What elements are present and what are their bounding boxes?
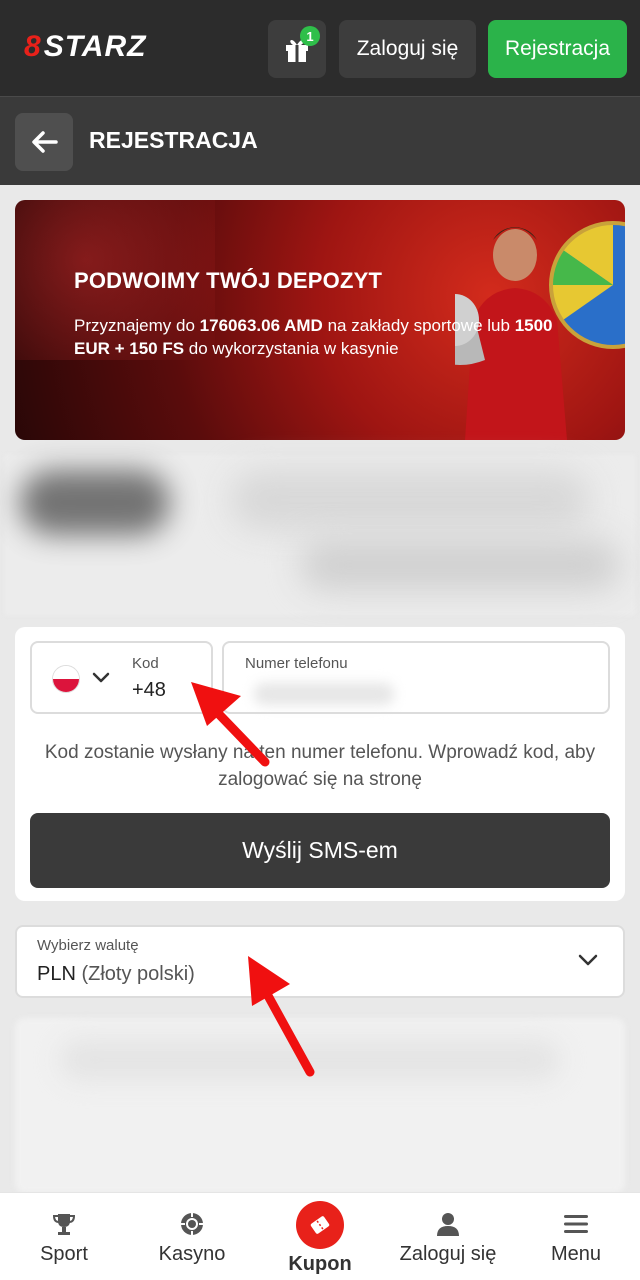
gift-badge: 1 xyxy=(300,26,320,46)
promo-banner[interactable]: PODWOIMY TWÓJ DEPOZYT Przyznajemy do 176… xyxy=(15,200,625,440)
nav-sport-label: Sport xyxy=(40,1243,88,1265)
trophy-icon xyxy=(52,1214,76,1235)
top-header: 8 STARZ 1 Zaloguj się Rejestracja xyxy=(0,0,640,96)
phone-input[interactable] xyxy=(245,677,585,705)
nav-sport[interactable]: Sport xyxy=(0,1193,128,1280)
currency-name: (Złoty polski) xyxy=(75,963,195,985)
arrow-left-icon xyxy=(32,131,58,153)
casino-chip-icon xyxy=(181,1213,203,1235)
blurred-shape xyxy=(230,470,590,530)
banner-text-suffix: do wykorzystania w kasynie xyxy=(184,339,399,358)
user-icon xyxy=(437,1213,459,1236)
page-title: REJESTRACJA xyxy=(89,127,258,153)
register-button[interactable]: Rejestracja xyxy=(488,20,627,78)
sms-hint-text: Kod zostanie wysłany na ten numer telefo… xyxy=(44,742,596,790)
back-button[interactable] xyxy=(15,113,73,171)
phone-number-field[interactable]: Numer telefonu xyxy=(222,641,610,714)
banner-text-prefix: Przyznajemy do xyxy=(74,316,200,335)
currency-value: PLN (Złoty polski) xyxy=(37,963,195,986)
phone-registration-card: Kod +48 Numer telefonu Kod zostanie wysł… xyxy=(15,627,625,901)
blurred-shape xyxy=(20,470,170,535)
banner-amount-sport: 176063.06 AMD xyxy=(199,316,323,335)
phone-label: Numer telefonu xyxy=(245,655,348,672)
logo-mark: 8 xyxy=(24,30,42,63)
page-header: REJESTRACJA xyxy=(0,96,640,185)
nav-menu[interactable]: Menu xyxy=(512,1193,640,1280)
hamburger-icon xyxy=(564,1215,588,1233)
nav-login-label: Zaloguj się xyxy=(399,1243,497,1265)
bottom-navigation: Sport Kasyno Kupon Zaloguj się Menu xyxy=(0,1192,640,1280)
banner-text-middle: na zakłady sportowe lub xyxy=(322,316,515,335)
nav-coupon[interactable]: Kupon xyxy=(256,1193,384,1280)
send-sms-button[interactable]: Wyślij SMS-em xyxy=(30,813,610,888)
nav-casino-label: Kasyno xyxy=(158,1243,226,1265)
nav-menu-label: Menu xyxy=(550,1243,602,1265)
banner-title: PODWOIMY TWÓJ DEPOZYT xyxy=(74,268,383,293)
nav-casino[interactable]: Kasyno xyxy=(128,1193,256,1280)
currency-code: PLN xyxy=(37,963,76,985)
poland-flag-icon xyxy=(52,665,80,693)
chevron-down-icon xyxy=(92,672,110,683)
coupon-circle xyxy=(296,1201,344,1249)
nav-coupon-label: Kupon xyxy=(288,1253,352,1275)
gift-button[interactable]: 1 xyxy=(268,20,326,78)
currency-select[interactable]: Wybierz walutę PLN (Złoty polski) xyxy=(15,925,625,998)
login-button[interactable]: Zaloguj się xyxy=(339,20,476,78)
brand-logo[interactable]: 8 STARZ xyxy=(24,30,146,64)
banner-description: Przyznajemy do 176063.06 AMD na zakłady … xyxy=(74,314,574,360)
blurred-shape xyxy=(300,540,620,590)
ticket-icon xyxy=(310,1216,330,1234)
nav-login[interactable]: Zaloguj się xyxy=(384,1193,512,1280)
logo-text: STARZ xyxy=(43,30,147,63)
code-label: Kod xyxy=(132,655,159,672)
chevron-down-icon xyxy=(578,954,598,966)
blurred-shape xyxy=(60,1040,560,1080)
currency-label: Wybierz walutę xyxy=(37,937,139,954)
country-code-selector[interactable]: Kod +48 xyxy=(30,641,213,714)
code-value: +48 xyxy=(132,679,166,701)
